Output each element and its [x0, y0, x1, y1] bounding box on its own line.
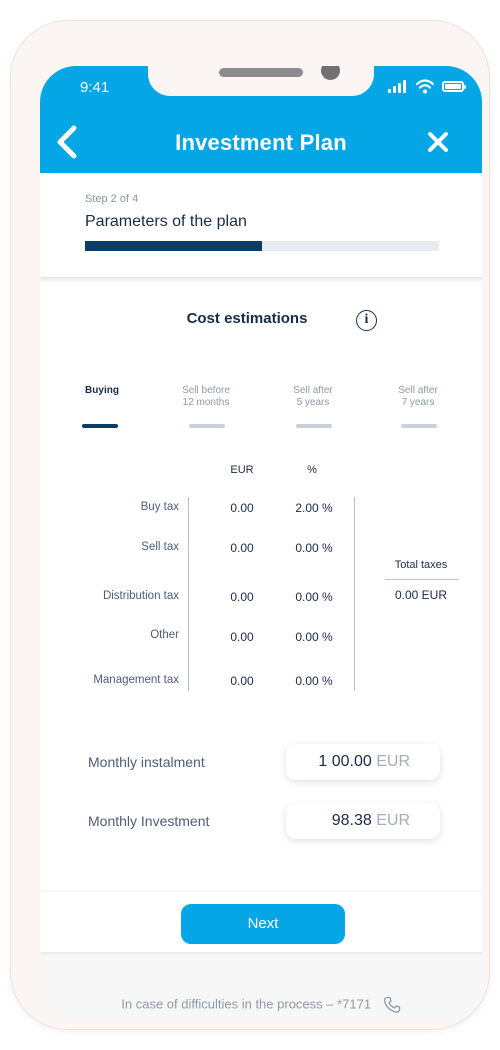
row-eur-buy-tax: 0.00 [230, 501, 254, 515]
row-label-management-tax: Management tax [93, 674, 179, 686]
help-line: In case of difficulties in the process –… [40, 996, 482, 1014]
row-label-distribution-tax: Distribution tax [102, 590, 179, 602]
tab-sell-after-5-years[interactable]: Sell after 5 years [268, 385, 358, 409]
total-taxes-value: 0.00 EUR [394, 588, 448, 602]
column-percent-header: % [307, 464, 317, 476]
monthly-instalment-unit: EUR [376, 753, 410, 770]
battery-icon [442, 81, 466, 92]
monthly-investment-value: 98.38 [331, 812, 372, 829]
close-button[interactable] [426, 130, 450, 154]
tab-indicator-sell-before-12-months [189, 424, 225, 428]
row-eur-other: 0.00 [230, 630, 254, 644]
front-camera [321, 66, 340, 80]
table-divider-right [354, 497, 355, 691]
cost-panel: Cost estimations i Buying Sell before 12… [40, 282, 482, 890]
status-time: 9:41 [80, 79, 110, 96]
tab-indicator-sell-after-7-years [401, 424, 437, 428]
row-eur-distribution-tax: 0.00 [230, 590, 254, 604]
monthly-instalment-input[interactable]: 1 00.00 EUR [286, 744, 440, 780]
wifi-icon [416, 79, 434, 94]
status-icons [388, 78, 468, 96]
phone-icon[interactable] [383, 996, 401, 1014]
row-eur-sell-tax: 0.00 [230, 541, 254, 555]
step-title: Parameters of the plan [85, 213, 247, 230]
monthly-investment-input[interactable]: 98.38 EUR [286, 803, 440, 839]
monthly-investment-unit: EUR [376, 812, 410, 829]
step-counter: Step 2 of 4 [85, 193, 139, 205]
device-notch [148, 66, 374, 96]
row-label-other: Other [150, 629, 179, 641]
row-pct-other: 0.00 % [295, 630, 333, 644]
page-title: Investment Plan [175, 130, 347, 155]
row-pct-management-tax: 0.00 % [295, 674, 333, 688]
tab-indicator-sell-after-5-years [296, 424, 332, 428]
tab-indicator-buying [82, 424, 118, 428]
info-icon[interactable]: i [356, 310, 377, 331]
monthly-instalment-value: 1 00.00 [318, 753, 372, 770]
row-pct-buy-tax: 2.00 % [295, 501, 333, 515]
help-text: In case of difficulties in the process –… [121, 996, 372, 1012]
cost-title: Cost estimations [186, 310, 308, 327]
header-bar: 9:41 Investment Plan [40, 66, 482, 173]
step-progress-fill [85, 241, 262, 251]
step-progress-bar [85, 241, 439, 251]
monthly-investment-label: Monthly Investment [88, 813, 210, 829]
step-card: Step 2 of 4 Parameters of the plan [40, 173, 482, 277]
signal-icon [388, 80, 408, 93]
monthly-instalment-label: Monthly instalment [88, 754, 205, 770]
tab-sell-after-7-years[interactable]: Sell after 7 years [373, 385, 463, 409]
row-pct-sell-tax: 0.00 % [295, 541, 333, 555]
next-button[interactable]: Next [181, 904, 345, 944]
total-taxes-label: Total taxes [394, 559, 448, 571]
tab-sell-before-12-months[interactable]: Sell before 12 months [161, 385, 251, 409]
row-label-sell-tax: Sell tax [141, 541, 179, 553]
app-screen: 9:41 Investment Plan Step 2 of 4 Paramet… [40, 66, 482, 1021]
speaker-grille [219, 68, 303, 77]
phone-frame: 9:41 Investment Plan Step 2 of 4 Paramet… [10, 20, 490, 1030]
table-divider-left [188, 497, 189, 691]
row-eur-management-tax: 0.00 [230, 674, 254, 688]
column-eur-header: EUR [230, 464, 254, 476]
tab-buying[interactable]: Buying [57, 385, 147, 397]
row-label-buy-tax: Buy tax [140, 501, 179, 513]
footer-actions: Next [40, 892, 482, 952]
row-pct-distribution-tax: 0.00 % [295, 590, 333, 604]
total-taxes-divider [385, 579, 459, 580]
